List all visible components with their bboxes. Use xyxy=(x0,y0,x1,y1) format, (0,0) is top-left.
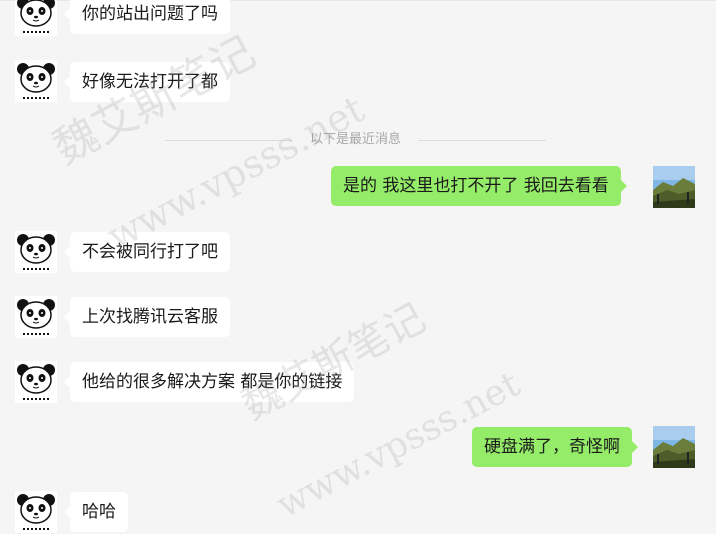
panda-avatar-icon[interactable] xyxy=(15,296,57,338)
landscape-avatar-icon[interactable] xyxy=(653,426,695,468)
message-bubble[interactable]: 你的站出问题了吗 xyxy=(64,0,230,34)
panda-avatar-icon[interactable] xyxy=(15,0,57,36)
divider-line-right xyxy=(418,140,546,141)
panda-avatar-icon[interactable] xyxy=(15,231,57,273)
message-bubble-outgoing[interactable]: 硬盘满了，奇怪啊 xyxy=(472,427,638,467)
panda-avatar-icon[interactable] xyxy=(15,491,57,533)
message-bubble[interactable]: 哈哈 xyxy=(64,492,128,532)
message-bubble-outgoing[interactable]: 是的 我这里也打不开了 我回去看看 xyxy=(331,166,627,206)
recent-messages-divider: 以下是最近消息 xyxy=(0,132,716,148)
watermark-text: 魏艾斯笔记 xyxy=(234,294,433,430)
message-bubble[interactable]: 好像无法打开了都 xyxy=(64,62,230,102)
divider-line-left xyxy=(165,140,293,141)
divider-label: 以下是最近消息 xyxy=(309,132,401,147)
message-bubble[interactable]: 上次找腾讯云客服 xyxy=(64,297,230,337)
panda-avatar-icon[interactable] xyxy=(15,361,57,403)
chat-window: 你的站出问题了吗 好像无法打开了都 以下是最近消息 是的 我这里也打不开了 我回… xyxy=(0,0,716,534)
message-bubble[interactable]: 不会被同行打了吧 xyxy=(64,232,230,272)
landscape-avatar-icon[interactable] xyxy=(653,166,695,208)
panda-avatar-icon[interactable] xyxy=(15,60,57,102)
message-bubble[interactable]: 他给的很多解决方案 都是你的链接 xyxy=(63,362,355,402)
